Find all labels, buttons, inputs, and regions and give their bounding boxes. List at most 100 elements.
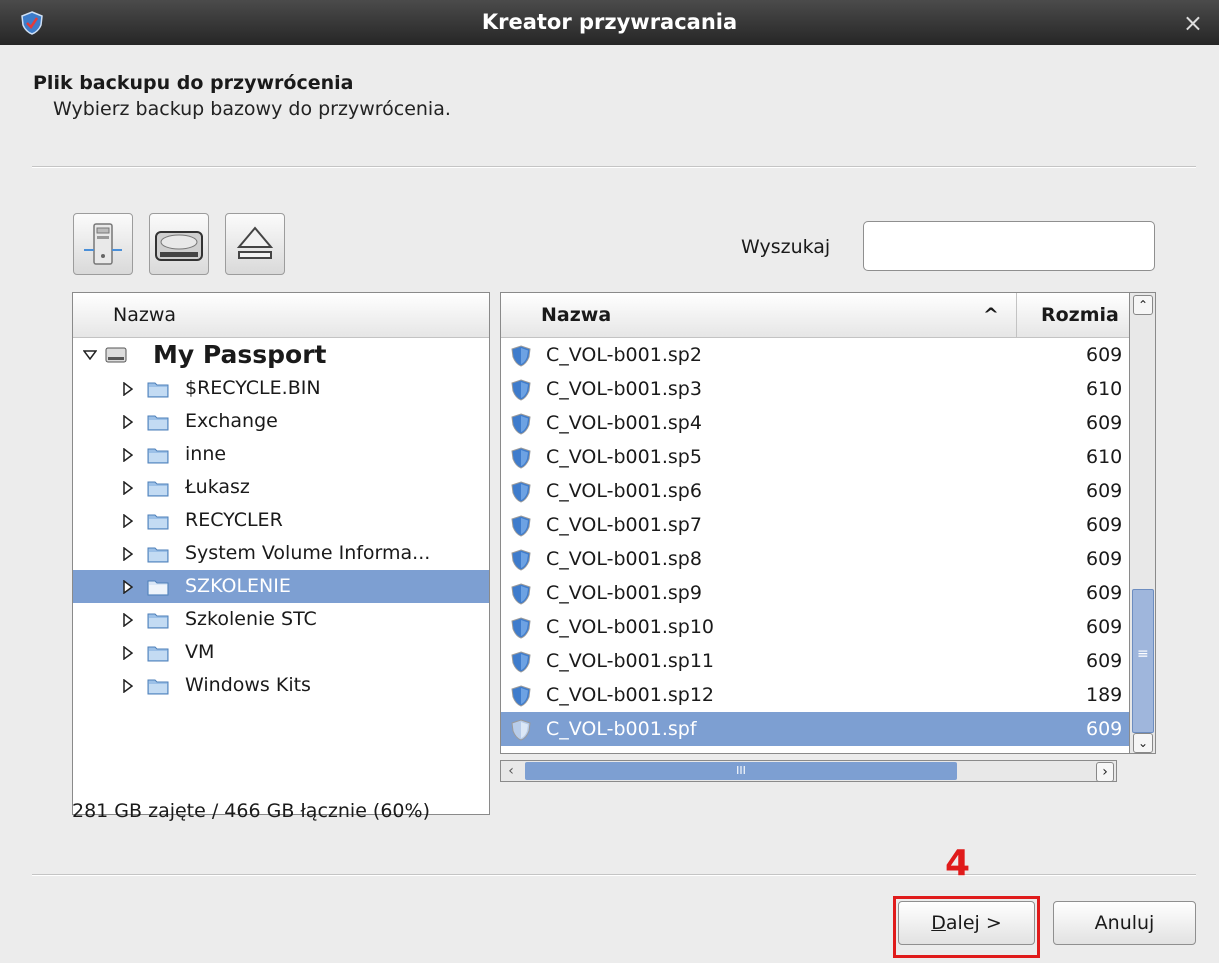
file-size: 610 xyxy=(1086,378,1123,400)
network-computer-icon xyxy=(84,223,122,265)
drive-icon xyxy=(105,347,127,363)
file-list-vertical-scrollbar[interactable]: ⌃ ≡ ⌄ xyxy=(1130,292,1156,754)
collapsed-arrow-icon[interactable] xyxy=(123,646,133,660)
size-column-header[interactable]: Rozmia xyxy=(1017,293,1129,338)
collapsed-arrow-icon[interactable] xyxy=(123,481,133,495)
horizontal-scroll-thumb[interactable]: III xyxy=(525,762,957,780)
backup-file-icon xyxy=(511,651,531,673)
close-icon[interactable]: × xyxy=(1183,9,1203,37)
eject-button[interactable] xyxy=(225,213,285,275)
file-row[interactable]: C_VOL-b001.sp7 609 xyxy=(501,508,1129,542)
next-label: alej > xyxy=(945,912,1002,934)
search-label: Wyszukaj xyxy=(741,236,831,258)
wizard-header: Plik backupu do przywrócenia Wybierz bac… xyxy=(33,72,451,120)
hard-drive-icon xyxy=(155,231,203,261)
sort-ascending-icon[interactable]: ^ xyxy=(983,293,999,338)
tree-item-label: $RECYCLE.BIN xyxy=(185,377,321,399)
file-size: 609 xyxy=(1086,718,1123,740)
tree-item[interactable]: Exchange xyxy=(73,405,489,438)
local-drive-button[interactable] xyxy=(149,213,209,275)
file-list[interactable]: Nazwa ^ Rozmia C_VOL-b001.sp2 609 C_VOL-b0… xyxy=(500,292,1130,754)
file-row[interactable]: C_VOL-b001.sp12 189 xyxy=(501,678,1129,712)
file-row[interactable]: C_VOL-b001.spf 609 xyxy=(501,712,1129,746)
file-row[interactable]: C_VOL-b001.sp9 609 xyxy=(501,576,1129,610)
file-row[interactable]: C_VOL-b001.sp3 610 xyxy=(501,372,1129,406)
file-name: C_VOL-b001.sp11 xyxy=(546,650,714,672)
scroll-up-icon[interactable]: ⌃ xyxy=(1133,295,1153,315)
file-row[interactable]: C_VOL-b001.sp5 610 xyxy=(501,440,1129,474)
backup-file-icon xyxy=(511,379,531,401)
folder-icon xyxy=(147,646,169,662)
file-size: 609 xyxy=(1086,480,1123,502)
tree-item[interactable]: RECYCLER xyxy=(73,504,489,537)
backup-file-icon xyxy=(511,345,531,367)
tree-item-label: Windows Kits xyxy=(185,674,311,696)
backup-file-icon xyxy=(511,583,531,605)
folder-tree[interactable]: Nazwa My Passport $RECYCLE.BIN Exchange in… xyxy=(72,292,490,815)
backup-file-icon xyxy=(511,685,531,707)
tree-item-label: Szkolenie STC xyxy=(185,608,317,630)
size-column-label: Rozmia xyxy=(1041,304,1119,326)
folder-icon xyxy=(147,613,169,629)
tree-column-label: Nazwa xyxy=(113,304,177,326)
scroll-left-icon[interactable]: ‹ xyxy=(503,762,519,780)
page-title: Plik backupu do przywrócenia xyxy=(33,72,354,94)
file-name: C_VOL-b001.sp5 xyxy=(546,446,702,468)
tree-item[interactable]: System Volume Informa... xyxy=(73,537,489,570)
collapsed-arrow-icon[interactable] xyxy=(123,580,133,594)
scroll-grip: ≡ xyxy=(1137,646,1149,662)
file-row[interactable]: C_VOL-b001.sp4 609 xyxy=(501,406,1129,440)
file-name: C_VOL-b001.spf xyxy=(546,718,697,740)
collapsed-arrow-icon[interactable] xyxy=(123,613,133,627)
tree-column-header[interactable]: Nazwa xyxy=(73,293,489,338)
window-title: Kreator przywracania xyxy=(481,10,738,34)
next-mnemonic: D xyxy=(931,912,946,934)
scroll-right-icon[interactable]: › xyxy=(1096,762,1114,782)
file-row[interactable]: C_VOL-b001.sp6 609 xyxy=(501,474,1129,508)
tree-item[interactable]: Windows Kits xyxy=(73,669,489,702)
scroll-down-icon[interactable]: ⌄ xyxy=(1133,733,1153,753)
file-name: C_VOL-b001.sp10 xyxy=(546,616,714,638)
collapsed-arrow-icon[interactable] xyxy=(123,382,133,396)
collapsed-arrow-icon[interactable] xyxy=(123,514,133,528)
tree-item[interactable]: inne xyxy=(73,438,489,471)
file-name: C_VOL-b001.sp2 xyxy=(546,344,702,366)
collapsed-arrow-icon[interactable] xyxy=(123,448,133,462)
name-column-label: Nazwa xyxy=(541,304,612,326)
file-row[interactable]: C_VOL-b001.sp2 609 xyxy=(501,338,1129,372)
file-row[interactable]: C_VOL-b001.sp10 609 xyxy=(501,610,1129,644)
tree-item[interactable]: VM xyxy=(73,636,489,669)
cancel-button[interactable]: Anuluj xyxy=(1053,901,1196,945)
tree-item[interactable]: Łukasz xyxy=(73,471,489,504)
step-annotation: 4 xyxy=(945,843,971,884)
tree-item[interactable]: SZKOLENIE xyxy=(73,570,489,603)
collapsed-arrow-icon[interactable] xyxy=(123,679,133,693)
next-button[interactable]: Dalej > xyxy=(898,901,1035,945)
tree-item[interactable]: Szkolenie STC xyxy=(73,603,489,636)
name-column-header[interactable]: Nazwa ^ xyxy=(501,293,1017,338)
network-location-button[interactable] xyxy=(73,213,133,275)
file-name: C_VOL-b001.sp8 xyxy=(546,548,702,570)
disk-usage-status: 281 GB zajęte / 466 GB łącznie (60%) xyxy=(72,800,430,822)
backup-file-icon xyxy=(511,719,531,741)
folder-icon xyxy=(147,580,169,596)
backup-file-icon xyxy=(511,549,531,571)
tree-item[interactable]: $RECYCLE.BIN xyxy=(73,372,489,405)
file-row[interactable]: C_VOL-b001.sp8 609 xyxy=(501,542,1129,576)
expanded-arrow-icon[interactable] xyxy=(83,350,97,360)
tree-item-label: Exchange xyxy=(185,410,278,432)
collapsed-arrow-icon[interactable] xyxy=(123,547,133,561)
folder-icon xyxy=(147,514,169,530)
file-size: 189 xyxy=(1086,684,1123,706)
vertical-scroll-thumb[interactable]: ≡ xyxy=(1132,589,1154,733)
tree-item-label: VM xyxy=(185,641,215,663)
search-input[interactable] xyxy=(863,221,1155,271)
tree-item-label: inne xyxy=(185,443,227,465)
tree-item-label: RECYCLER xyxy=(185,509,283,531)
file-name: C_VOL-b001.sp7 xyxy=(546,514,702,536)
file-row[interactable]: C_VOL-b001.sp11 609 xyxy=(501,644,1129,678)
file-list-horizontal-scrollbar[interactable]: ‹ III › xyxy=(500,760,1117,782)
collapsed-arrow-icon[interactable] xyxy=(123,415,133,429)
folder-icon xyxy=(147,415,169,431)
tree-root-my-passport[interactable]: My Passport xyxy=(73,338,489,371)
